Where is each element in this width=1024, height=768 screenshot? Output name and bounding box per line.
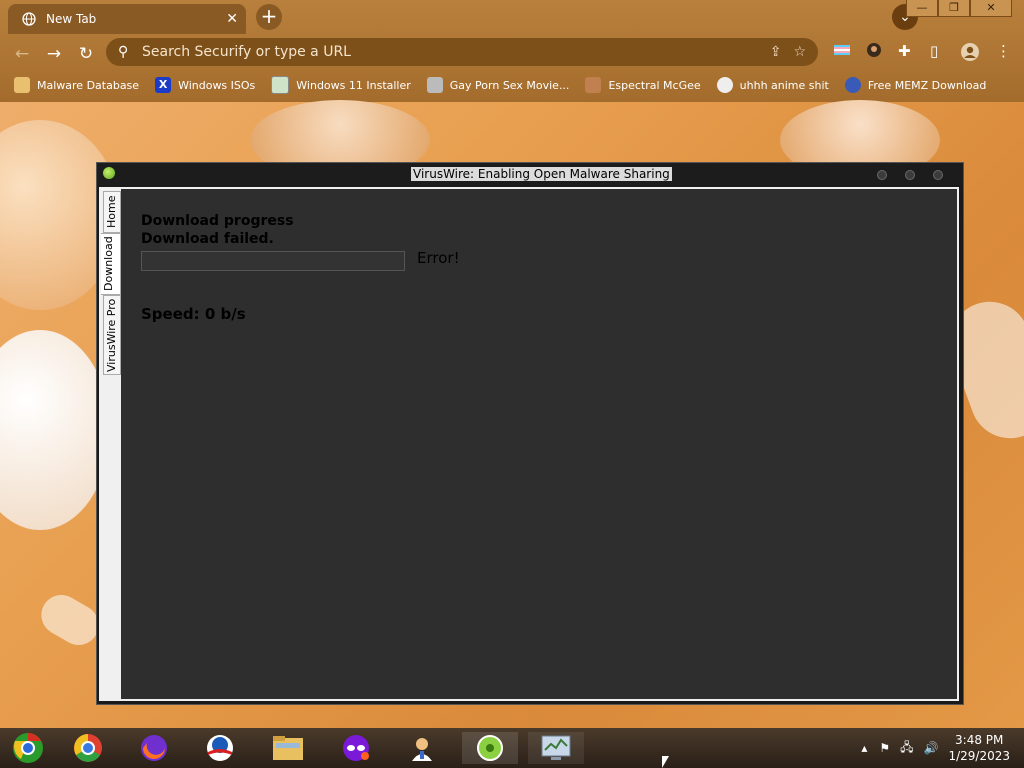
navigation-bar: ← → ↻ ⚲ Search Securify or type a URL ⇪ … [0, 38, 1024, 68]
taskbar-chrome[interactable] [60, 732, 116, 764]
avatar[interactable] [960, 42, 980, 66]
doctor-icon [412, 738, 432, 761]
tab-home[interactable]: Home [103, 191, 121, 233]
error-label: Error! [417, 249, 460, 267]
image-icon [271, 76, 290, 94]
tab-title: New Tab [46, 12, 97, 26]
viruswire-logo-icon [103, 167, 115, 179]
disk-icon [426, 77, 443, 93]
bookmarks-bar: Malware Database X Windows ISOs Windows … [0, 72, 1024, 98]
close-tab-icon[interactable]: ✕ [226, 11, 238, 27]
taskbar-file-explorer[interactable] [260, 732, 316, 764]
clock-time: 3:48 PM [955, 733, 1004, 747]
taskbar-task-manager[interactable] [528, 732, 584, 764]
reload-icon[interactable]: ↻ [74, 42, 98, 66]
new-tab-button[interactable]: + [256, 4, 282, 30]
anime-icon [716, 77, 733, 93]
profile-extension-icon[interactable] [866, 42, 882, 62]
purple-mask-icon [343, 735, 369, 761]
volume-icon[interactable]: 🔊 [924, 741, 939, 755]
star-icon[interactable]: ☆ [793, 44, 806, 60]
menu-dots-icon[interactable]: ⋮ [996, 42, 1011, 60]
action-center-flag-icon[interactable]: ⚑ [879, 741, 890, 755]
taskbar-chrome-legacy[interactable] [0, 732, 56, 764]
taskbar-viruswire[interactable] [462, 732, 518, 764]
bookmark-free-memz[interactable]: Free MEMZ Download [844, 77, 986, 93]
bookmark-malware-database[interactable]: Malware Database [14, 77, 139, 93]
firefox-icon [141, 735, 167, 761]
globe-icon [22, 12, 36, 26]
app-title: VirusWire: Enabling Open Malware Sharing [411, 167, 672, 181]
flag-extension-icon[interactable] [834, 42, 850, 62]
app-titlebar[interactable]: VirusWire: Enabling Open Malware Sharing [97, 163, 963, 185]
omnibox[interactable]: ⚲ Search Securify or type a URL ⇪ ☆ [106, 38, 818, 66]
side-tab-bar: Home Download VirusWire Pro [101, 189, 121, 695]
bookmark-windows-isos[interactable]: X Windows ISOs [155, 77, 255, 93]
download-panel: Download progress Download failed. Error… [121, 189, 957, 699]
chrome-icon [74, 734, 102, 762]
taskbar-purple-app[interactable] [328, 732, 384, 764]
clock-date: 1/29/2023 [948, 749, 1010, 763]
close-window-button[interactable]: ✕ [970, 0, 1012, 17]
taskbar: ▴ ⚑ 🖧 🔊 3:48 PM 1/29/2023 [0, 728, 1024, 768]
obama-icon [207, 735, 233, 761]
chrome-legacy-icon [13, 733, 43, 763]
bookmark-movie[interactable]: Gay Porn Sex Movie... [426, 77, 569, 93]
network-icon[interactable]: 🖧 [900, 738, 913, 759]
search-icon: ⚲ [118, 44, 129, 60]
viruswire-icon [477, 735, 503, 761]
x-logo-icon: X [155, 77, 172, 93]
bookmark-windows-11-installer[interactable]: Windows 11 Installer [271, 76, 411, 94]
share-icon[interactable]: ⇪ [770, 44, 782, 60]
system-tray: ▴ ⚑ 🖧 🔊 3:48 PM 1/29/2023 [861, 728, 1024, 768]
sidepanel-icon[interactable]: ▯ [930, 42, 938, 60]
mouse-cursor-icon [662, 756, 669, 768]
omnibox-placeholder: Search Securify or type a URL [142, 44, 351, 60]
task-manager-icon [541, 735, 571, 760]
viruswire-window: VirusWire: Enabling Open Malware Sharing… [96, 162, 964, 705]
puzzle-icon[interactable]: ✚ [898, 42, 911, 60]
close-dot-icon[interactable] [933, 170, 943, 180]
download-status: Download failed. [141, 231, 274, 247]
taskbar-doctor-app[interactable] [394, 732, 450, 764]
folder-icon [14, 77, 30, 93]
minimize-dot-icon[interactable] [877, 170, 887, 180]
download-heading: Download progress [141, 213, 294, 229]
restore-button[interactable]: ❐ [938, 0, 970, 17]
tab-download[interactable]: Download [101, 233, 121, 295]
download-progress-bar [141, 251, 405, 271]
bookmark-anime[interactable]: uhhh anime shit [716, 77, 829, 93]
window-controls: — ❐ ✕ [906, 0, 1012, 17]
taskbar-firefox[interactable] [126, 732, 182, 764]
tab-viruswire-pro[interactable]: VirusWire Pro [103, 295, 121, 375]
blue-icon [844, 77, 861, 93]
file-explorer-icon [273, 736, 303, 760]
balloon-decoration [0, 330, 110, 530]
clock[interactable]: 3:48 PM 1/29/2023 [948, 732, 1010, 764]
back-arrow-icon[interactable]: ← [10, 42, 34, 66]
forward-arrow-icon[interactable]: → [42, 42, 66, 66]
minimize-button[interactable]: — [906, 0, 938, 17]
bookmark-espectral-mcgee[interactable]: Espectral McGee [585, 77, 701, 93]
browser-chrome: New Tab ✕ + ⌄ — ❐ ✕ ← → ↻ ⚲ Search Secur… [0, 0, 1024, 102]
app-frame: Home Download VirusWire Pro Download pro… [99, 187, 959, 701]
maximize-dot-icon[interactable] [905, 170, 915, 180]
character-icon [585, 77, 602, 93]
browser-tab[interactable]: New Tab ✕ [8, 4, 246, 34]
show-hidden-icons-icon[interactable]: ▴ [861, 741, 867, 755]
speed-label: Speed: 0 b/s [141, 305, 246, 323]
taskbar-obama[interactable] [192, 732, 248, 764]
